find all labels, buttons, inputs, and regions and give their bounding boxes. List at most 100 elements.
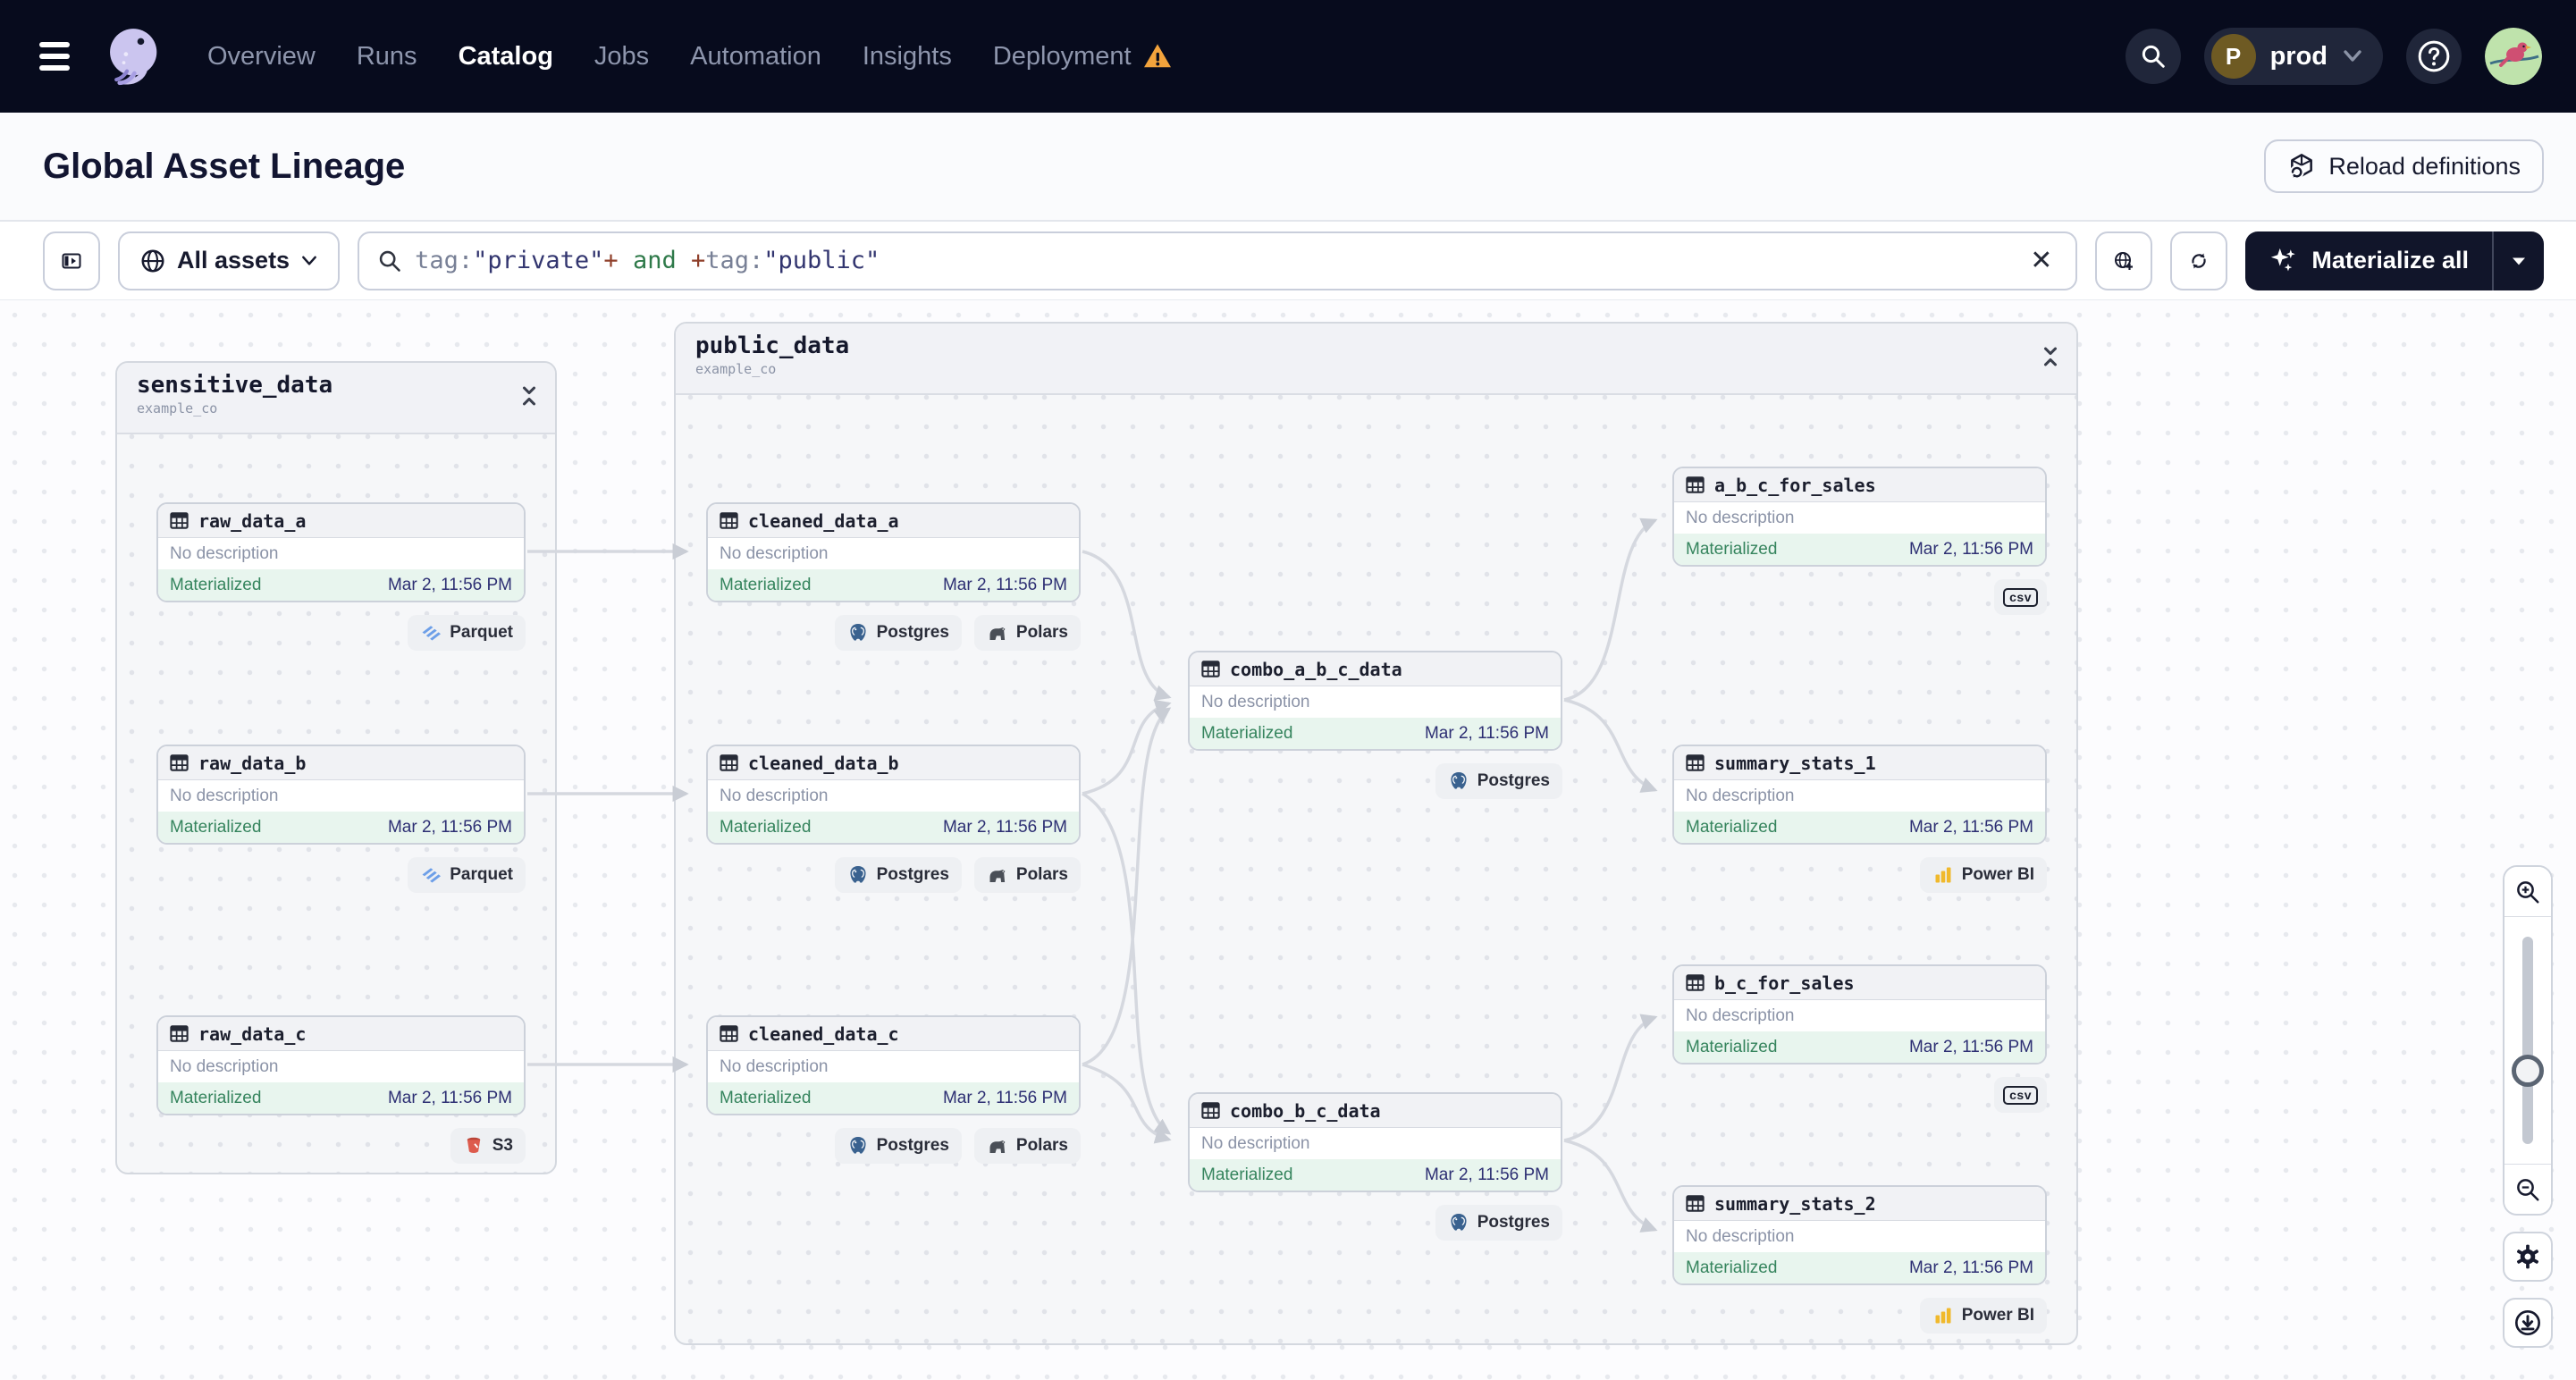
asset-node-cleaned-data-c: cleaned_data_c No description Materializ… <box>706 1015 1081 1164</box>
asset-card[interactable]: a_b_c_for_sales No description Materiali… <box>1672 467 2047 567</box>
tag-parquet[interactable]: Parquet <box>408 857 526 893</box>
group-header[interactable]: public_data example_co <box>676 324 2076 395</box>
asset-name: summary_stats_1 <box>1714 752 1876 774</box>
asset-timestamp: Mar 2, 11:56 PM <box>942 1088 1067 1107</box>
asset-scope-dropdown[interactable]: All assets <box>118 231 341 290</box>
refresh-button[interactable] <box>2170 231 2228 290</box>
materialize-options-caret[interactable] <box>2492 231 2544 290</box>
deployment-switcher[interactable]: P prod <box>2203 28 2383 85</box>
nav-item-overview[interactable]: Overview <box>207 42 316 72</box>
panel-toggle-icon <box>62 253 81 268</box>
nav-item-deployment[interactable]: Deployment <box>993 42 1173 72</box>
asset-node-raw-data-c: raw_data_c No description Materialized Ma… <box>156 1015 526 1164</box>
tag-postgres[interactable]: Postgres <box>834 1128 962 1164</box>
tag-postgres[interactable]: Postgres <box>1435 1205 1562 1241</box>
asset-description: No description <box>1674 1000 2045 1031</box>
tag-postgres[interactable]: Postgres <box>834 615 962 651</box>
table-icon <box>719 510 739 531</box>
asset-card[interactable]: cleaned_data_a No description Materializ… <box>706 502 1081 602</box>
asset-card[interactable]: raw_data_b No description Materialized Ma… <box>156 745 526 845</box>
zoom-in-button[interactable] <box>2504 867 2551 917</box>
tag-powerbi[interactable]: Power BI <box>1919 857 2047 893</box>
collapse-group-icon[interactable] <box>2041 345 2060 368</box>
zoom-slider-track[interactable] <box>2522 937 2533 1144</box>
collapse-group-icon[interactable] <box>519 384 539 408</box>
tag-polars[interactable]: Polars <box>973 857 1081 893</box>
tag-powerbi[interactable]: Power BI <box>1919 1298 2047 1334</box>
asset-status: Materialized <box>170 575 262 594</box>
nav-item-insights[interactable]: Insights <box>863 42 952 72</box>
asset-card[interactable]: cleaned_data_c No description Materializ… <box>706 1015 1081 1115</box>
tag-polars[interactable]: Polars <box>973 615 1081 651</box>
asset-name: cleaned_data_b <box>748 752 899 774</box>
nav-items: Overview Runs Catalog Jobs Automation In… <box>207 42 1173 72</box>
group-header[interactable]: sensitive_data example_co <box>117 363 555 434</box>
asset-card[interactable]: raw_data_a No description Materialized Ma… <box>156 502 526 602</box>
group-repo: example_co <box>137 400 218 417</box>
materialize-all-main[interactable]: Materialize all <box>2245 231 2492 290</box>
powerbi-icon <box>1932 1305 1954 1326</box>
nav-item-jobs[interactable]: Jobs <box>594 42 649 72</box>
polars-icon <box>987 864 1008 886</box>
view-groups-button[interactable] <box>2095 231 2153 290</box>
asset-name: b_c_for_sales <box>1714 972 1855 994</box>
asset-timestamp: Mar 2, 11:56 PM <box>1908 539 2033 559</box>
tag-postgres[interactable]: Postgres <box>834 857 962 893</box>
tag-polars[interactable]: Polars <box>973 1128 1081 1164</box>
asset-card[interactable]: combo_a_b_c_data No description Material… <box>1188 651 1562 751</box>
tag-parquet[interactable]: Parquet <box>408 615 526 651</box>
clear-search-icon[interactable]: ✕ <box>2025 245 2058 276</box>
menu-icon[interactable] <box>34 38 75 74</box>
user-avatar[interactable] <box>2485 28 2542 85</box>
asset-status: Materialized <box>1686 817 1778 837</box>
download-image-button[interactable] <box>2503 1298 2553 1348</box>
top-nav: Overview Runs Catalog Jobs Automation In… <box>0 0 2576 113</box>
page-title: Global Asset Lineage <box>43 146 406 186</box>
graph-settings-button[interactable] <box>2503 1232 2553 1282</box>
toggle-sidebar-button[interactable] <box>43 231 100 290</box>
table-icon <box>1200 1100 1221 1121</box>
asset-name: combo_b_c_data <box>1230 1099 1381 1122</box>
asset-search-input[interactable]: tag:"private"+ and +tag:"public" ✕ <box>358 231 2078 290</box>
dagster-logo-icon[interactable] <box>98 22 166 90</box>
parquet-icon <box>420 864 442 886</box>
tag-csv[interactable]: csv <box>1994 579 2047 615</box>
asset-status: Materialized <box>1686 539 1778 559</box>
zoom-out-button[interactable] <box>2504 1164 2551 1214</box>
asset-card[interactable]: b_c_for_sales No description Materialize… <box>1672 964 2047 1064</box>
asset-description: No description <box>708 538 1079 569</box>
asset-card[interactable]: summary_stats_2 No description Materiali… <box>1672 1185 2047 1285</box>
asset-name: cleaned_data_a <box>748 509 899 532</box>
help-button[interactable] <box>2406 29 2462 84</box>
asset-status: Materialized <box>1201 1165 1293 1184</box>
csv-icon: csv <box>2003 587 2038 607</box>
zoom-slider[interactable] <box>2504 917 2551 1164</box>
group-name: public_data <box>695 332 850 359</box>
nav-item-catalog[interactable]: Catalog <box>459 42 553 72</box>
asset-node-summary-stats-2: summary_stats_2 No description Materiali… <box>1672 1185 2047 1334</box>
asset-card[interactable]: combo_b_c_data No description Materializ… <box>1188 1092 1562 1192</box>
asset-status: Materialized <box>1686 1258 1778 1277</box>
zoom-slider-thumb[interactable] <box>2512 1055 2544 1087</box>
asset-card[interactable]: summary_stats_1 No description Materiali… <box>1672 745 2047 845</box>
asset-card[interactable]: cleaned_data_b No description Materializ… <box>706 745 1081 845</box>
asset-status: Materialized <box>1686 1037 1778 1056</box>
asset-card[interactable]: raw_data_c No description Materialized Ma… <box>156 1015 526 1115</box>
search-button[interactable] <box>2125 29 2181 84</box>
reload-definitions-button[interactable]: Reload definitions <box>2264 139 2544 193</box>
nav-item-runs[interactable]: Runs <box>357 42 417 72</box>
asset-node-raw-data-a: raw_data_a No description Materialized Ma… <box>156 502 526 651</box>
table-icon <box>1685 1193 1705 1214</box>
caret-down-icon <box>2513 257 2525 265</box>
tag-s3[interactable]: S3 <box>450 1128 526 1164</box>
asset-description: No description <box>1190 686 1561 718</box>
parquet-icon <box>420 622 442 644</box>
tag-postgres[interactable]: Postgres <box>1435 763 1562 799</box>
table-icon <box>719 1023 739 1044</box>
asset-node-cleaned-data-a: cleaned_data_a No description Materializ… <box>706 502 1081 651</box>
tag-csv[interactable]: csv <box>1994 1077 2047 1113</box>
nav-item-automation[interactable]: Automation <box>690 42 821 72</box>
asset-node-b-c-for-sales: b_c_for_sales No description Materialize… <box>1672 964 2047 1113</box>
chevron-down-icon <box>2344 50 2361 62</box>
polars-icon <box>987 1135 1008 1157</box>
